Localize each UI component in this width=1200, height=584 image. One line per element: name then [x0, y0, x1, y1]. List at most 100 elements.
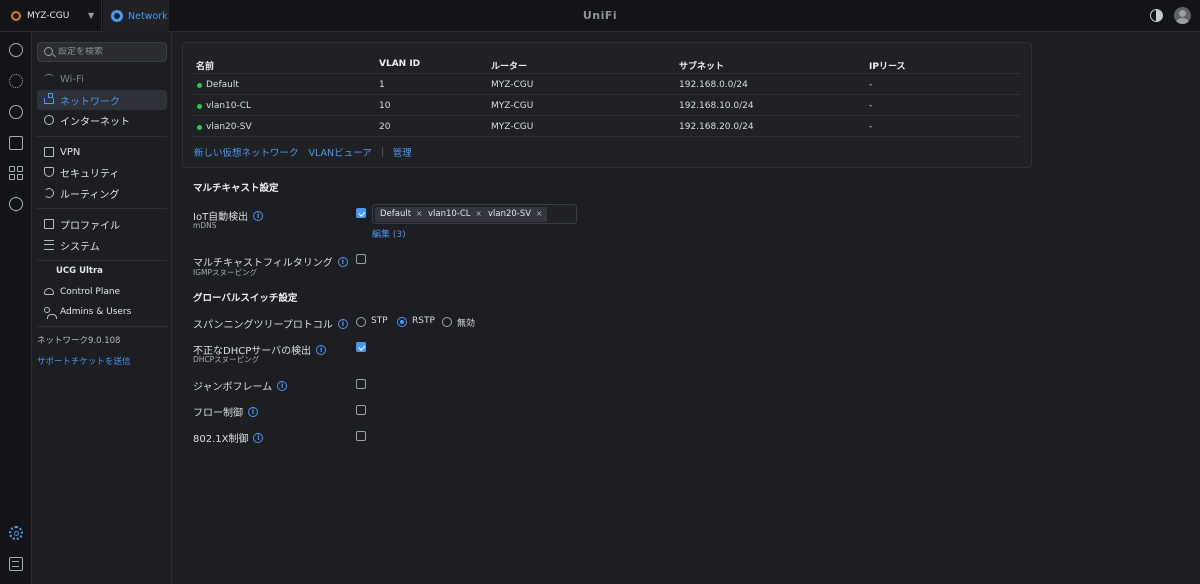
settings-search[interactable] — [37, 42, 167, 62]
stp-radio-disabled[interactable] — [442, 317, 452, 327]
clients-icon[interactable] — [9, 136, 23, 150]
sidebar-item-label: セキュリティ — [60, 168, 120, 180]
info-icon[interactable]: i — [253, 210, 264, 221]
vpn-icon — [44, 147, 54, 157]
insights-icon[interactable] — [9, 197, 23, 211]
info-icon[interactable]: i — [248, 406, 258, 417]
network-router: MYZ-CGU — [491, 122, 534, 132]
avatar[interactable] — [1174, 7, 1191, 24]
info-icon[interactable]: i — [277, 380, 288, 391]
stp-radio-stp[interactable] — [356, 317, 366, 327]
network-subnet: 192.168.0.0/24 — [679, 80, 748, 90]
card-actions: 新しい仮想ネットワーク VLANビューア 管理 — [194, 145, 412, 159]
col-header-router: ルーター — [491, 62, 528, 72]
sidebar-item-label: システム — [60, 241, 100, 253]
network-vlan: 10 — [379, 101, 391, 111]
table-row[interactable]: Default 1 MYZ-CGU 192.168.0.0/24 - — [193, 74, 1021, 95]
sidebar-item-control-plane[interactable]: Control Plane — [37, 282, 167, 302]
device-section-label: UCG Ultra — [56, 266, 103, 276]
setting-label-text: スパンニングツリープロトコル — [193, 320, 333, 331]
sidebar-item-routing[interactable]: ルーティング — [37, 183, 167, 203]
manage-link[interactable]: 管理 — [393, 145, 412, 159]
theme-toggle-icon[interactable] — [1150, 9, 1163, 22]
wifi-icon — [44, 74, 54, 81]
network-subnet: 192.168.20.0/24 — [679, 122, 754, 132]
network-name: Default — [206, 80, 239, 90]
logs-icon[interactable] — [9, 557, 23, 571]
remove-tag-icon[interactable]: × — [476, 209, 482, 218]
sidebar-divider — [37, 136, 167, 137]
dot1x-control-checkbox[interactable] — [356, 431, 366, 441]
table-header: 名前 VLAN ID ルーター サブネット IPリース — [193, 53, 1021, 74]
version-text: ネットワーク9.0.108 — [37, 336, 121, 346]
dhcp-guard-sub-label: DHCPスヌーピング — [193, 355, 260, 364]
table-row[interactable]: vlan10-CL 10 MYZ-CGU 192.168.10.0/24 - — [193, 95, 1021, 116]
status-online-icon — [197, 125, 202, 130]
dot1x-control-label: 802.1X制御 i — [193, 430, 264, 445]
sidebar-item-profiles[interactable]: プロファイル — [37, 214, 167, 234]
cloud-icon — [44, 288, 54, 295]
sidebar-item-label: ルーティング — [60, 189, 120, 201]
apps-grid-icon[interactable] — [9, 166, 23, 180]
sidebar-item-system[interactable]: システム — [37, 235, 167, 255]
radio-label: RSTP — [412, 316, 435, 326]
dhcp-guard-checkbox[interactable] — [356, 342, 366, 352]
multicast-heading: マルチキャスト設定 — [193, 183, 279, 194]
info-icon[interactable]: i — [337, 256, 348, 267]
sidebar-item-network[interactable]: ネットワーク — [37, 90, 167, 110]
col-header-name: 名前 — [196, 62, 215, 72]
jumbo-frames-checkbox[interactable] — [356, 379, 366, 389]
iot-sub-label: mDNS — [193, 221, 217, 230]
profile-icon — [44, 219, 54, 229]
setting-label-text: フロー制御 — [193, 408, 243, 419]
multicast-filtering-checkbox[interactable] — [356, 254, 366, 264]
settings-gear-icon[interactable] — [9, 526, 23, 540]
col-header-subnet: サブネット — [679, 62, 725, 72]
remove-tag-icon[interactable]: × — [416, 209, 422, 218]
search-icon — [44, 47, 53, 56]
network-vlan: 20 — [379, 122, 391, 132]
network-tree-icon — [44, 93, 54, 104]
network-subnet: 192.168.10.0/24 — [679, 101, 754, 111]
tag-label: vlan20-SV — [488, 209, 532, 219]
networks-card: 名前 VLAN ID ルーター サブネット IPリース Default 1 MY… — [182, 42, 1032, 168]
remove-tag-icon[interactable]: × — [536, 209, 542, 218]
search-input[interactable] — [58, 47, 162, 57]
new-virtual-network-link[interactable]: 新しい仮想ネットワーク — [194, 145, 299, 159]
flow-control-checkbox[interactable] — [356, 405, 366, 415]
network-name: vlan10-CL — [206, 101, 252, 111]
devices-icon[interactable] — [9, 105, 23, 119]
flow-control-label: フロー制御 i — [193, 404, 258, 419]
top-bar: MYZ-CGU ▼ Network UniFi — [0, 0, 1200, 32]
vlan-viewer-link[interactable]: VLANビューア — [309, 145, 372, 159]
radio-label: 無効 — [457, 319, 476, 329]
network-tag-selector[interactable]: Default × vlan10-CL × vlan20-SV × — [372, 204, 577, 224]
settings-sidebar: Wi-Fi ネットワーク インターネット VPN セキュリティ ルーティング プ… — [32, 32, 172, 584]
network-vlan: 1 — [379, 80, 385, 90]
network-router: MYZ-CGU — [491, 80, 534, 90]
info-icon[interactable]: i — [337, 318, 348, 329]
brand-logo: UniFi — [582, 9, 618, 22]
dashboard-icon[interactable] — [9, 43, 23, 57]
info-icon[interactable]: i — [316, 344, 327, 355]
sidebar-item-internet[interactable]: インターネット — [37, 110, 167, 130]
sidebar-item-admins-users[interactable]: Admins & Users — [37, 302, 167, 322]
network-ip-lease: - — [869, 101, 873, 111]
multicast-filtering-sub-label: IGMPスヌーピング — [193, 268, 258, 277]
shield-icon — [44, 167, 54, 177]
edit-networks-link[interactable]: 編集 (3) — [372, 227, 406, 240]
tag-label: vlan10-CL — [428, 209, 471, 219]
support-ticket-link[interactable]: サポートチケットを送信 — [37, 355, 131, 367]
sidebar-item-security[interactable]: セキュリティ — [37, 162, 167, 182]
topology-icon[interactable] — [9, 74, 23, 88]
sidebar-item-wifi[interactable]: Wi-Fi — [37, 69, 167, 89]
network-ip-lease: - — [869, 80, 873, 90]
stp-radio-rstp[interactable] — [397, 317, 407, 327]
table-row[interactable]: vlan20-SV 20 MYZ-CGU 192.168.20.0/24 - — [193, 116, 1021, 137]
sidebar-item-label: VPN — [60, 146, 81, 158]
sidebar-item-vpn[interactable]: VPN — [37, 142, 167, 162]
iot-auto-discovery-checkbox[interactable] — [356, 208, 366, 218]
info-icon[interactable]: i — [253, 432, 264, 443]
main-content: 名前 VLAN ID ルーター サブネット IPリース Default 1 MY… — [172, 32, 1200, 584]
sidebar-item-label: Control Plane — [60, 287, 121, 297]
